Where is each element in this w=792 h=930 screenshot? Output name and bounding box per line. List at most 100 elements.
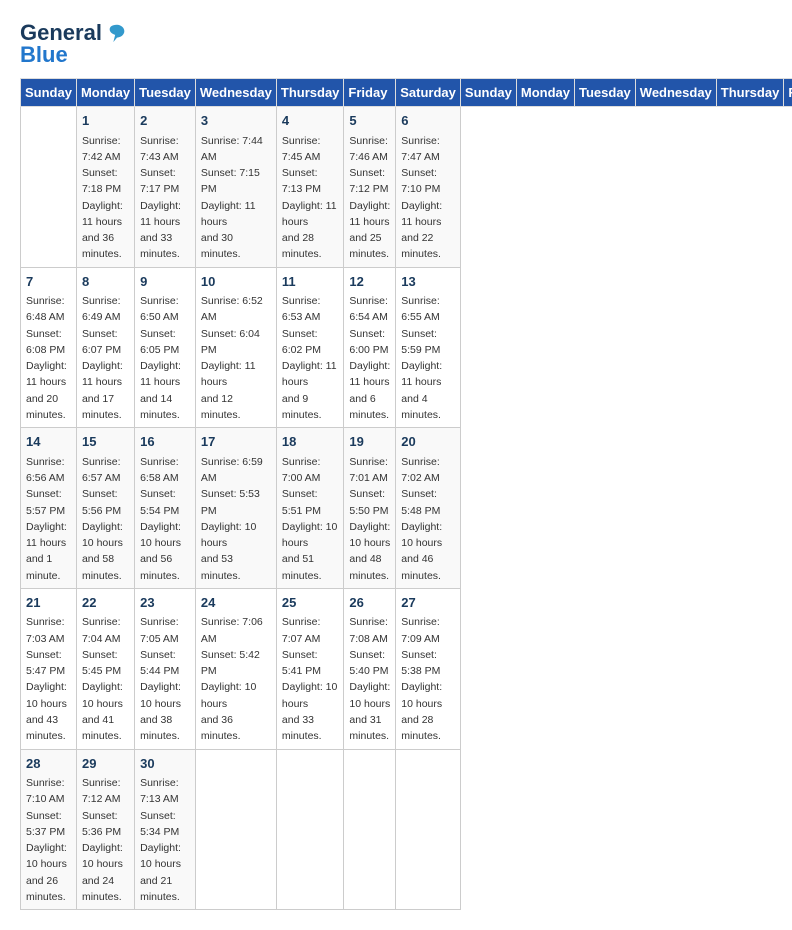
calendar-cell: 8Sunrise: 6:49 AM Sunset: 6:07 PM Daylig… <box>76 267 134 428</box>
calendar-cell: 10Sunrise: 6:52 AM Sunset: 6:04 PM Dayli… <box>195 267 276 428</box>
day-number: 7 <box>26 272 71 292</box>
page-header: General Blue <box>20 20 772 68</box>
calendar-cell: 29Sunrise: 7:12 AM Sunset: 5:36 PM Dayli… <box>76 749 134 910</box>
calendar-cell: 2Sunrise: 7:43 AM Sunset: 7:17 PM Daylig… <box>135 107 196 268</box>
calendar-cell: 1Sunrise: 7:42 AM Sunset: 7:18 PM Daylig… <box>76 107 134 268</box>
calendar-cell <box>21 107 77 268</box>
col-header-monday: Monday <box>516 79 574 107</box>
cell-content: Sunrise: 7:44 AM Sunset: 7:15 PM Dayligh… <box>201 133 271 263</box>
cell-content: Sunrise: 7:03 AM Sunset: 5:47 PM Dayligh… <box>26 614 71 744</box>
cell-content: Sunrise: 7:00 AM Sunset: 5:51 PM Dayligh… <box>282 454 339 584</box>
day-number: 5 <box>349 111 390 131</box>
day-number: 29 <box>82 754 129 774</box>
day-number: 13 <box>401 272 455 292</box>
calendar-cell: 9Sunrise: 6:50 AM Sunset: 6:05 PM Daylig… <box>135 267 196 428</box>
header-monday: Monday <box>76 79 134 107</box>
cell-content: Sunrise: 6:59 AM Sunset: 5:53 PM Dayligh… <box>201 454 271 584</box>
header-thursday: Thursday <box>276 79 344 107</box>
calendar-cell: 22Sunrise: 7:04 AM Sunset: 5:45 PM Dayli… <box>76 588 134 749</box>
calendar-cell: 11Sunrise: 6:53 AM Sunset: 6:02 PM Dayli… <box>276 267 344 428</box>
calendar-cell: 20Sunrise: 7:02 AM Sunset: 5:48 PM Dayli… <box>396 428 461 589</box>
cell-content: Sunrise: 6:48 AM Sunset: 6:08 PM Dayligh… <box>26 293 71 423</box>
cell-content: Sunrise: 7:45 AM Sunset: 7:13 PM Dayligh… <box>282 133 339 263</box>
cell-content: Sunrise: 7:12 AM Sunset: 5:36 PM Dayligh… <box>82 775 129 905</box>
logo: General Blue <box>20 20 128 68</box>
calendar-cell: 18Sunrise: 7:00 AM Sunset: 5:51 PM Dayli… <box>276 428 344 589</box>
logo-blue-text: Blue <box>20 42 68 68</box>
cell-content: Sunrise: 7:42 AM Sunset: 7:18 PM Dayligh… <box>82 133 129 263</box>
cell-content: Sunrise: 7:08 AM Sunset: 5:40 PM Dayligh… <box>349 614 390 744</box>
cell-content: Sunrise: 7:04 AM Sunset: 5:45 PM Dayligh… <box>82 614 129 744</box>
cell-content: Sunrise: 6:49 AM Sunset: 6:07 PM Dayligh… <box>82 293 129 423</box>
col-header-thursday: Thursday <box>716 79 784 107</box>
day-number: 27 <box>401 593 455 613</box>
cell-content: Sunrise: 7:13 AM Sunset: 5:34 PM Dayligh… <box>140 775 190 905</box>
cell-content: Sunrise: 7:10 AM Sunset: 5:37 PM Dayligh… <box>26 775 71 905</box>
calendar-cell: 28Sunrise: 7:10 AM Sunset: 5:37 PM Dayli… <box>21 749 77 910</box>
calendar-cell: 5Sunrise: 7:46 AM Sunset: 7:12 PM Daylig… <box>344 107 396 268</box>
day-number: 15 <box>82 432 129 452</box>
week-row-2: 7Sunrise: 6:48 AM Sunset: 6:08 PM Daylig… <box>21 267 792 428</box>
header-tuesday: Tuesday <box>135 79 196 107</box>
calendar-cell: 23Sunrise: 7:05 AM Sunset: 5:44 PM Dayli… <box>135 588 196 749</box>
calendar-cell <box>344 749 396 910</box>
day-number: 26 <box>349 593 390 613</box>
cell-content: Sunrise: 7:09 AM Sunset: 5:38 PM Dayligh… <box>401 614 455 744</box>
calendar-cell: 7Sunrise: 6:48 AM Sunset: 6:08 PM Daylig… <box>21 267 77 428</box>
col-header-sunday: Sunday <box>460 79 516 107</box>
day-number: 1 <box>82 111 129 131</box>
cell-content: Sunrise: 7:06 AM Sunset: 5:42 PM Dayligh… <box>201 614 271 744</box>
cell-content: Sunrise: 6:56 AM Sunset: 5:57 PM Dayligh… <box>26 454 71 584</box>
calendar-cell <box>195 749 276 910</box>
week-row-3: 14Sunrise: 6:56 AM Sunset: 5:57 PM Dayli… <box>21 428 792 589</box>
header-wednesday: Wednesday <box>195 79 276 107</box>
cell-content: Sunrise: 7:02 AM Sunset: 5:48 PM Dayligh… <box>401 454 455 584</box>
header-saturday: Saturday <box>396 79 461 107</box>
day-number: 17 <box>201 432 271 452</box>
calendar-table: SundayMondayTuesdayWednesdayThursdayFrid… <box>20 78 792 910</box>
calendar-cell: 12Sunrise: 6:54 AM Sunset: 6:00 PM Dayli… <box>344 267 396 428</box>
cell-content: Sunrise: 6:52 AM Sunset: 6:04 PM Dayligh… <box>201 293 271 423</box>
day-number: 2 <box>140 111 190 131</box>
header-sunday: Sunday <box>21 79 77 107</box>
day-number: 4 <box>282 111 339 131</box>
day-number: 21 <box>26 593 71 613</box>
calendar-cell: 26Sunrise: 7:08 AM Sunset: 5:40 PM Dayli… <box>344 588 396 749</box>
calendar-cell <box>276 749 344 910</box>
calendar-cell: 24Sunrise: 7:06 AM Sunset: 5:42 PM Dayli… <box>195 588 276 749</box>
week-row-4: 21Sunrise: 7:03 AM Sunset: 5:47 PM Dayli… <box>21 588 792 749</box>
day-number: 19 <box>349 432 390 452</box>
cell-content: Sunrise: 7:01 AM Sunset: 5:50 PM Dayligh… <box>349 454 390 584</box>
day-number: 20 <box>401 432 455 452</box>
cell-content: Sunrise: 7:43 AM Sunset: 7:17 PM Dayligh… <box>140 133 190 263</box>
day-number: 25 <box>282 593 339 613</box>
calendar-cell: 30Sunrise: 7:13 AM Sunset: 5:34 PM Dayli… <box>135 749 196 910</box>
day-number: 24 <box>201 593 271 613</box>
calendar-cell: 19Sunrise: 7:01 AM Sunset: 5:50 PM Dayli… <box>344 428 396 589</box>
cell-content: Sunrise: 6:50 AM Sunset: 6:05 PM Dayligh… <box>140 293 190 423</box>
week-row-5: 28Sunrise: 7:10 AM Sunset: 5:37 PM Dayli… <box>21 749 792 910</box>
day-number: 23 <box>140 593 190 613</box>
cell-content: Sunrise: 7:47 AM Sunset: 7:10 PM Dayligh… <box>401 133 455 263</box>
calendar-cell: 13Sunrise: 6:55 AM Sunset: 5:59 PM Dayli… <box>396 267 461 428</box>
day-number: 18 <box>282 432 339 452</box>
day-number: 30 <box>140 754 190 774</box>
header-friday: Friday <box>344 79 396 107</box>
day-number: 8 <box>82 272 129 292</box>
day-number: 9 <box>140 272 190 292</box>
calendar-cell: 4Sunrise: 7:45 AM Sunset: 7:13 PM Daylig… <box>276 107 344 268</box>
calendar-cell: 16Sunrise: 6:58 AM Sunset: 5:54 PM Dayli… <box>135 428 196 589</box>
day-number: 10 <box>201 272 271 292</box>
day-number: 14 <box>26 432 71 452</box>
col-header-friday: Friday <box>784 79 792 107</box>
cell-content: Sunrise: 7:05 AM Sunset: 5:44 PM Dayligh… <box>140 614 190 744</box>
calendar-header-row: SundayMondayTuesdayWednesdayThursdayFrid… <box>21 79 792 107</box>
calendar-cell: 3Sunrise: 7:44 AM Sunset: 7:15 PM Daylig… <box>195 107 276 268</box>
cell-content: Sunrise: 6:58 AM Sunset: 5:54 PM Dayligh… <box>140 454 190 584</box>
calendar-cell: 21Sunrise: 7:03 AM Sunset: 5:47 PM Dayli… <box>21 588 77 749</box>
calendar-cell: 14Sunrise: 6:56 AM Sunset: 5:57 PM Dayli… <box>21 428 77 589</box>
calendar-cell: 27Sunrise: 7:09 AM Sunset: 5:38 PM Dayli… <box>396 588 461 749</box>
calendar-cell: 15Sunrise: 6:57 AM Sunset: 5:56 PM Dayli… <box>76 428 134 589</box>
day-number: 12 <box>349 272 390 292</box>
day-number: 11 <box>282 272 339 292</box>
